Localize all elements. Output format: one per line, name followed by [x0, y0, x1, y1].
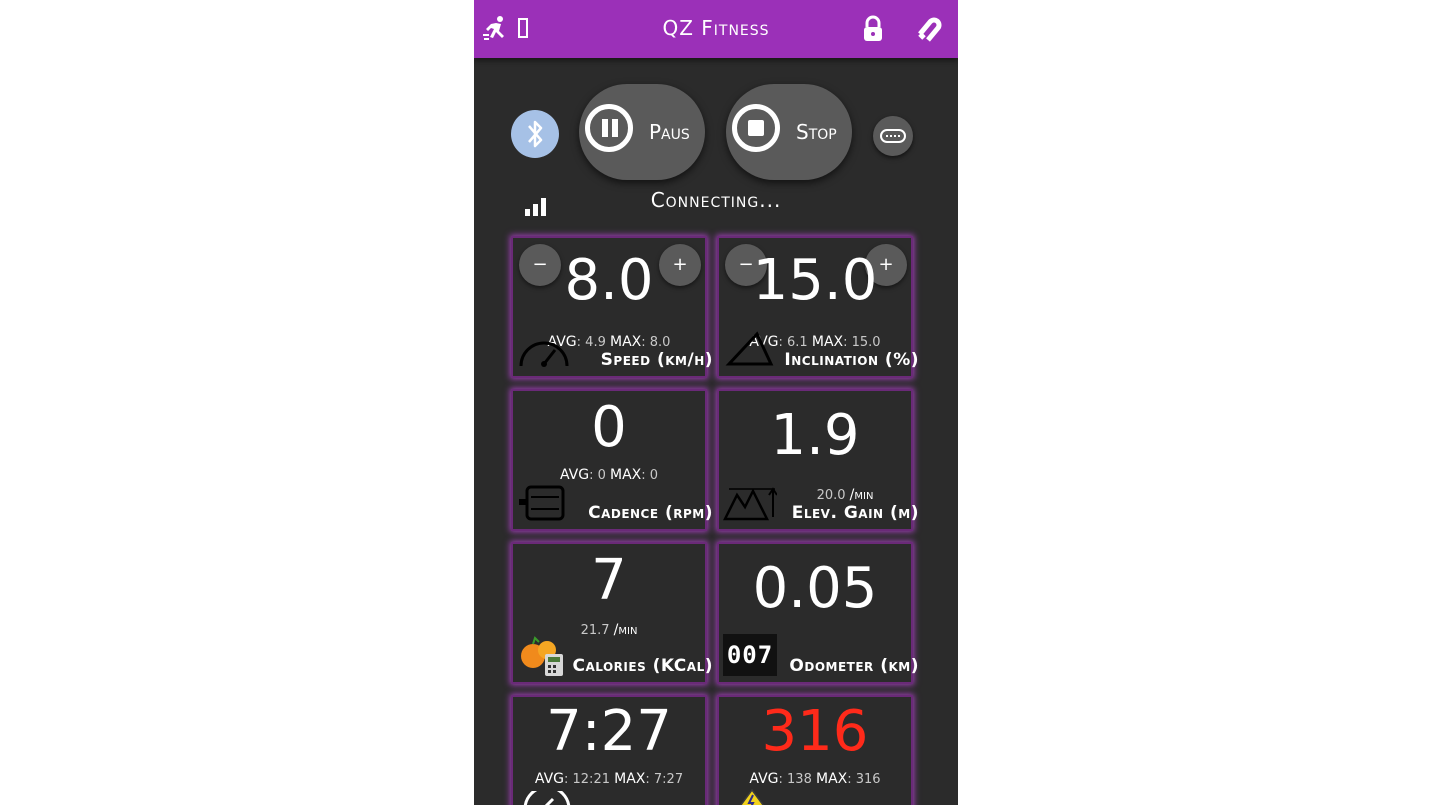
power-tile: 316 AVG: 138 MAX: 316: [717, 695, 913, 805]
pause-label: Paus: [649, 120, 690, 144]
inclination-label: Inclination (%): [784, 350, 919, 370]
bluetooth-button[interactable]: [511, 110, 559, 158]
calories-label: Calories (KCal): [572, 656, 713, 676]
pace-tile: 7:27 AVG: 12:21 MAX: 7:27: [511, 695, 707, 805]
elevation-rate: 20.0 /min: [749, 487, 941, 503]
power-stats: AVG: 138 MAX: 316: [749, 771, 881, 787]
mountain-icon: [723, 487, 777, 521]
magnet-icon[interactable]: [914, 14, 944, 44]
pace-avg: 12:21: [572, 772, 610, 787]
speed-value: 8.0: [564, 248, 654, 313]
avg-label: AVG: [534, 771, 564, 787]
treadmill-button[interactable]: [873, 116, 913, 156]
speed-avg: 4.9: [585, 335, 606, 350]
odometer-tile: 0.05 007 Odometer (km): [717, 542, 919, 684]
pace-stats: AVG: 12:21 MAX: 7:27: [534, 771, 684, 787]
elevation-rate-value: 20.0: [816, 488, 846, 503]
pace-icon: [523, 791, 571, 805]
odometer-label: Odometer (km): [789, 656, 919, 676]
max-label: MAX: [811, 334, 844, 350]
calories-tile: 7 21.7 /min Calories (KCal): [511, 542, 713, 684]
odometer-value: 0.05: [752, 556, 878, 621]
pause-icon: [585, 104, 633, 152]
cadence-avg: 0: [597, 468, 606, 483]
calories-icon: [521, 636, 563, 676]
incline-icon: [725, 331, 774, 366]
max-label: MAX: [610, 467, 642, 483]
app-screen: QZ Fitness Paus Stop Connecting... − + 8…: [474, 0, 958, 805]
stop-label: Stop: [796, 120, 837, 144]
cadence-label: Cadence (rpm): [588, 503, 713, 523]
cadence-value: 0: [591, 395, 627, 460]
cadence-tile: 0 AVG: 0 MAX: 0 Cadence (rpm): [511, 389, 713, 531]
top-app-bar: QZ Fitness: [474, 0, 958, 58]
cadence-max: 0: [649, 468, 659, 483]
speed-max: 8.0: [649, 335, 671, 350]
avg-label: AVG: [749, 771, 779, 787]
max-label: MAX: [610, 334, 642, 350]
power-icon: [740, 789, 764, 805]
inclination-tile: − + 15.0 AVG: 6.1 MAX: 15.0 Inclination …: [717, 236, 919, 378]
rate-unit: /min: [613, 622, 638, 638]
max-label: MAX: [816, 771, 848, 787]
pace-max: 7:27: [653, 772, 684, 787]
pedal-icon: [519, 485, 565, 521]
power-value: 316: [761, 699, 869, 764]
lock-icon[interactable]: [858, 14, 888, 44]
stop-icon: [732, 104, 780, 152]
inclination-avg: 6.1: [787, 335, 808, 350]
stop-button[interactable]: Stop: [726, 84, 852, 180]
elevation-value: 1.9: [770, 403, 860, 468]
connection-status: Connecting...: [650, 188, 782, 212]
power-max: 316: [855, 772, 881, 787]
speed-label: Speed (km/h): [600, 350, 713, 370]
inclination-max: 15.0: [851, 335, 881, 350]
calories-value: 7: [591, 548, 627, 613]
odometer-icon: 007: [723, 634, 777, 676]
max-label: MAX: [614, 771, 646, 787]
pause-button[interactable]: Paus: [579, 84, 705, 180]
speedometer-icon: [519, 341, 569, 367]
calories-rate-value: 21.7: [580, 623, 610, 638]
rate-unit: /min: [849, 487, 874, 503]
elevation-label: Elev. Gain (m): [791, 503, 919, 523]
pace-value: 7:27: [546, 699, 672, 764]
treadmill-icon: [880, 129, 906, 143]
speed-tile: − + 8.0 AVG: 4.9 MAX: 8.0 Speed (km/h): [511, 236, 712, 378]
power-avg: 138: [787, 772, 812, 787]
bluetooth-icon: [528, 120, 543, 148]
elevation-tile: 1.9 20.0 /min Elev. Gain (m): [717, 389, 918, 531]
inclination-value: 15.0: [752, 248, 878, 313]
